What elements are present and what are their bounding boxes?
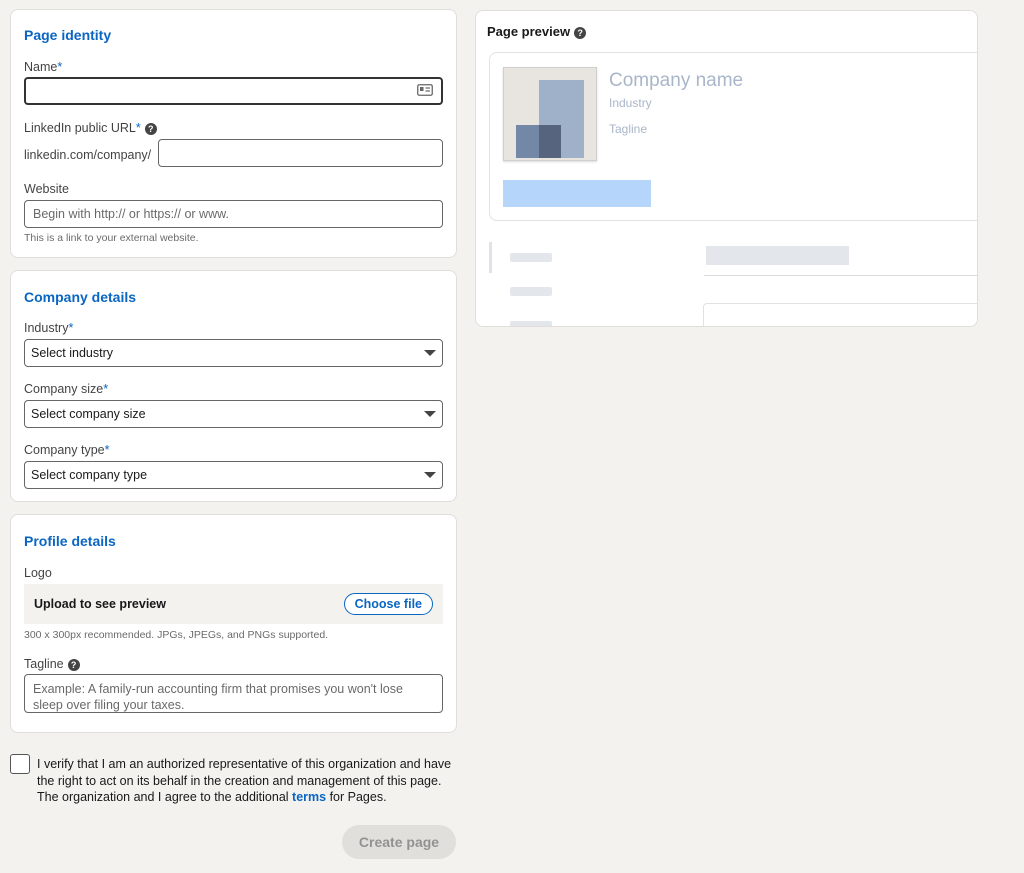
- url-label: LinkedIn public URL*?: [24, 121, 157, 135]
- tagline-textarea[interactable]: Example: A family-run accounting firm th…: [24, 674, 443, 713]
- industry-select-value: Select industry: [31, 346, 113, 360]
- preview-nav-item: [489, 242, 685, 273]
- tagline-label: Tagline?: [24, 657, 80, 671]
- industry-label: Industry*: [24, 321, 74, 335]
- skeleton-heading: [706, 246, 849, 265]
- skeleton-bar: [510, 287, 552, 296]
- contact-card-icon: [417, 83, 433, 99]
- logo-label: Logo: [24, 566, 52, 580]
- website-hint: This is a link to your external website.: [24, 232, 199, 244]
- caret-down-icon: [424, 472, 436, 478]
- company-size-select-value: Select company size: [31, 407, 146, 421]
- company-size-label: Company size*: [24, 382, 109, 396]
- url-prefix: linkedin.com/company/: [24, 148, 152, 162]
- terms-link[interactable]: terms: [292, 790, 326, 804]
- name-input[interactable]: [24, 77, 443, 105]
- page-preview-card: Page preview? Company name Industry Tagl…: [475, 10, 978, 327]
- company-details-title: Company details: [24, 289, 137, 305]
- profile-details-title: Profile details: [24, 533, 116, 549]
- industry-select[interactable]: Select industry: [24, 339, 443, 367]
- preview-industry: Industry: [609, 96, 652, 110]
- question-circle-icon[interactable]: ?: [67, 658, 80, 671]
- company-type-select-value: Select company type: [31, 468, 148, 482]
- verify-text: I verify that I am an authorized represe…: [37, 757, 452, 804]
- create-page-button[interactable]: Create page: [342, 825, 456, 859]
- preview-nav-item: [489, 276, 685, 306]
- preview-company-card: Company name Industry Tagline: [489, 52, 977, 221]
- preview-company-name: Company name: [609, 70, 744, 91]
- question-circle-icon[interactable]: ?: [574, 26, 587, 39]
- website-label: Website: [24, 182, 69, 196]
- page-identity-card: Page identity Name* LinkedIn public URL*…: [10, 9, 457, 258]
- company-type-select[interactable]: Select company type: [24, 461, 443, 489]
- choose-file-button[interactable]: Choose file: [343, 593, 433, 615]
- url-input[interactable]: [158, 139, 443, 167]
- skeleton-bar: [510, 321, 552, 326]
- preview-nav-item: [489, 310, 685, 326]
- logo-hint: 300 x 300px recommended. JPGs, JPEGs, an…: [24, 629, 329, 641]
- preview-divider: [704, 275, 977, 276]
- profile-details-card: Profile details Logo Upload to see previ…: [10, 514, 457, 733]
- company-type-label: Company type*: [24, 443, 110, 457]
- website-input[interactable]: Begin with http:// or https:// or www.: [24, 200, 443, 228]
- preview-tagline: Tagline: [609, 122, 648, 136]
- logo-upload-area: Upload to see preview Choose file: [24, 584, 443, 624]
- verify-checkbox[interactable]: [10, 754, 30, 774]
- preview-follow-button: [503, 180, 651, 207]
- page-preview-title: Page preview?: [487, 24, 587, 39]
- upload-preview-text: Upload to see preview: [34, 597, 166, 611]
- page-identity-title: Page identity: [24, 27, 112, 43]
- question-circle-icon[interactable]: ?: [144, 122, 157, 135]
- preview-content-panel: [703, 303, 977, 326]
- building-placeholder-icon: [516, 80, 584, 158]
- skeleton-bar: [510, 253, 552, 262]
- name-label: Name*: [24, 60, 63, 74]
- preview-logo: [503, 67, 597, 161]
- company-details-card: Company details Industry* Select industr…: [10, 270, 457, 502]
- caret-down-icon: [424, 411, 436, 417]
- company-size-select[interactable]: Select company size: [24, 400, 443, 428]
- caret-down-icon: [424, 350, 436, 356]
